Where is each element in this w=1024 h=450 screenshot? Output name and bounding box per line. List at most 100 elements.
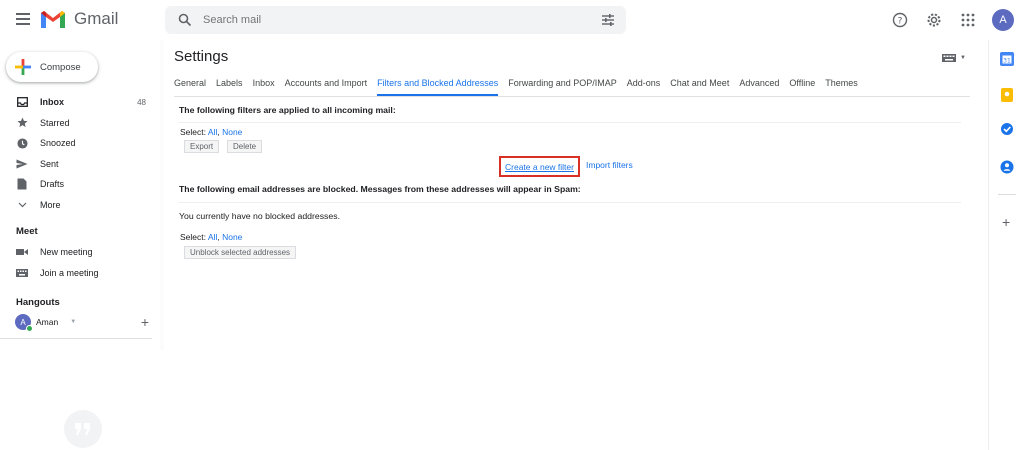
send-icon — [16, 158, 28, 170]
nav-item-snoozed[interactable]: Snoozed — [0, 133, 156, 154]
meet-heading: Meet — [16, 226, 38, 237]
settings-tabs: General Labels Inbox Accounts and Import… — [174, 76, 868, 96]
import-filters-link[interactable]: Import filters — [586, 160, 633, 170]
clock-icon — [16, 137, 28, 149]
app-name: Gmail — [74, 9, 119, 28]
inbox-icon — [16, 96, 28, 108]
tasks-icon[interactable] — [1000, 122, 1014, 136]
help-icon[interactable]: ? — [888, 8, 912, 32]
top-right-controls: ? A — [878, 8, 1014, 32]
blocked-heading: The following email addresses are blocke… — [179, 184, 581, 194]
gmail-m-icon — [41, 11, 65, 28]
no-blocked-text: You currently have no blocked addresses. — [179, 211, 340, 221]
draft-icon — [16, 178, 28, 190]
search-input[interactable] — [203, 14, 583, 26]
account-avatar[interactable]: A — [992, 9, 1014, 31]
gmail-app: Gmail ? A — [0, 0, 1024, 450]
page-title: Settings — [174, 48, 229, 65]
tab-accounts-and-import[interactable]: Accounts and Import — [285, 76, 368, 96]
select-none-link[interactable]: None — [222, 127, 242, 137]
search-icon[interactable] — [171, 6, 199, 34]
tab-labels[interactable]: Labels — [216, 76, 243, 96]
inbox-unread-count: 48 — [137, 97, 146, 107]
right-side-panel: 31 + — [988, 40, 1024, 450]
apps-grid-icon[interactable] — [956, 8, 980, 32]
compose-plus-icon — [15, 59, 31, 75]
caret-down-icon[interactable]: ▼ — [70, 319, 76, 325]
main-menu-button[interactable] — [12, 10, 34, 30]
calendar-icon[interactable]: 31 — [1000, 52, 1014, 66]
search-options-icon[interactable] — [600, 12, 616, 28]
tab-inbox[interactable]: Inbox — [253, 76, 275, 96]
svg-text:?: ? — [898, 17, 903, 27]
search-bar[interactable] — [165, 6, 626, 34]
select-all-link[interactable]: All — [208, 232, 217, 242]
filters-divider — [179, 122, 961, 123]
keyboard-icon — [16, 267, 28, 279]
rail-divider — [998, 194, 1016, 195]
settings-gear-icon[interactable] — [922, 8, 946, 32]
hangouts-avatar-initial: A — [20, 317, 26, 327]
input-tools-icon[interactable]: ▼ — [942, 54, 966, 62]
nav-item-inbox[interactable]: Inbox 48 — [0, 92, 156, 113]
hangouts-user-name: Aman — [36, 317, 59, 327]
add-chat-icon[interactable]: + — [141, 314, 149, 330]
meet-list: New meeting Join a meeting — [0, 242, 156, 283]
chevron-down-icon — [16, 199, 28, 211]
keep-icon[interactable] — [1000, 88, 1014, 102]
export-button[interactable]: Export — [184, 140, 220, 153]
tab-add-ons[interactable]: Add-ons — [627, 76, 661, 96]
gmail-logo[interactable]: Gmail — [40, 9, 118, 29]
online-status-dot — [26, 325, 33, 332]
new-meeting-link[interactable]: New meeting — [0, 242, 156, 263]
svg-text:31: 31 — [1003, 58, 1011, 65]
settings-panel: Settings ▼ General Labels Inbox Accounts… — [164, 40, 980, 360]
get-addons-icon[interactable]: + — [1002, 214, 1010, 230]
tab-general[interactable]: General — [174, 76, 206, 96]
top-bar: Gmail ? A — [0, 0, 1024, 40]
nav-item-label: More — [40, 199, 61, 210]
join-meeting-link[interactable]: Join a meeting — [0, 263, 156, 284]
nav-item-label: Drafts — [40, 179, 65, 190]
star-icon — [16, 117, 28, 129]
compose-label: Compose — [40, 61, 81, 73]
caret-down-icon: ▼ — [960, 55, 966, 61]
tab-filters-and-blocked-addresses[interactable]: Filters and Blocked Addresses — [377, 76, 499, 96]
tab-themes[interactable]: Themes — [825, 76, 858, 96]
video-icon — [16, 246, 28, 258]
select-all-link[interactable]: All — [208, 127, 217, 137]
blocked-divider — [179, 202, 961, 203]
filters-select-row: Select: All, None — [180, 127, 243, 137]
delete-button[interactable]: Delete — [227, 140, 263, 153]
hangouts-user[interactable]: A Aman ▼ + — [15, 314, 153, 332]
nav-item-label: Inbox — [40, 97, 64, 108]
tab-chat-and-meet[interactable]: Chat and Meet — [670, 76, 729, 96]
blocked-select-row: Select: All, None — [180, 232, 243, 242]
nav-item-drafts[interactable]: Drafts — [0, 174, 156, 195]
nav-item-label: Starred — [40, 117, 70, 128]
hangouts-avatar: A — [15, 314, 33, 332]
tab-offline[interactable]: Offline — [789, 76, 815, 96]
tab-advanced[interactable]: Advanced — [739, 76, 779, 96]
nav-item-starred[interactable]: Starred — [0, 113, 156, 134]
left-sidebar: Compose Inbox 48 Starred Snoozed Sent Dr… — [0, 40, 160, 450]
nav-item-label: Sent — [40, 158, 59, 169]
select-none-link[interactable]: None — [222, 232, 242, 242]
nav-item-label: Snoozed — [40, 138, 76, 149]
tab-forwarding-and-pop-imap[interactable]: Forwarding and POP/IMAP — [508, 76, 617, 96]
create-new-filter-link[interactable]: Create a new filter — [499, 156, 580, 177]
hangouts-heading: Hangouts — [16, 297, 60, 308]
compose-button[interactable]: Compose — [6, 52, 98, 82]
tabs-divider — [174, 96, 970, 97]
mail-nav: Inbox 48 Starred Snoozed Sent Drafts Mor… — [0, 92, 156, 215]
nav-item-sent[interactable]: Sent — [0, 154, 156, 175]
select-label: Select: — [180, 232, 206, 242]
select-label: Select: — [180, 127, 206, 137]
nav-item-more[interactable]: More — [0, 195, 156, 216]
contacts-icon[interactable] — [1000, 160, 1014, 174]
meet-item-label: New meeting — [40, 247, 93, 258]
sidebar-divider — [0, 338, 152, 339]
unblock-selected-button[interactable]: Unblock selected addresses — [184, 246, 297, 259]
meet-item-label: Join a meeting — [40, 267, 99, 278]
quote-bubble-icon[interactable] — [64, 410, 102, 448]
